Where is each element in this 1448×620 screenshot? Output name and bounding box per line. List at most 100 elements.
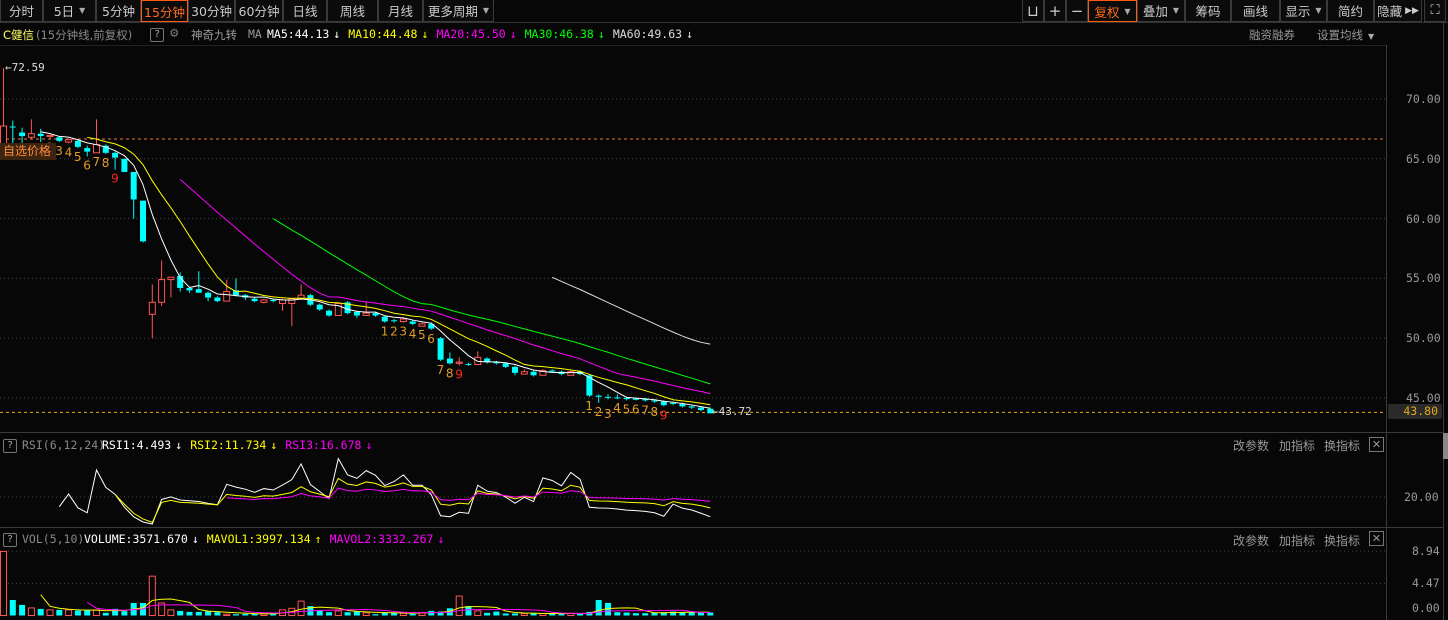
rsi-panel-button[interactable]: 改参数 xyxy=(1233,437,1269,454)
nine-turn-number: 4 xyxy=(613,401,621,415)
candle-body xyxy=(446,358,453,364)
candle xyxy=(455,357,463,366)
candle-body xyxy=(698,407,704,410)
volume-bar xyxy=(84,610,91,616)
candle xyxy=(391,319,398,323)
nine-turn-number: 3 xyxy=(55,144,63,158)
ma60-line xyxy=(551,276,711,345)
volume-bar xyxy=(362,612,370,616)
volume-bar xyxy=(195,611,202,616)
volume-bar xyxy=(334,610,342,617)
candle xyxy=(437,337,444,361)
nine-turn-number: 8 xyxy=(446,367,454,381)
volume-bar xyxy=(502,613,509,616)
volume-bar xyxy=(688,612,695,616)
custom-price-label[interactable]: 自选价格 xyxy=(0,143,56,160)
volume-bar xyxy=(595,600,602,616)
current-price-tag: 43.80 xyxy=(1388,404,1442,419)
indicator-value-text: VOLUME:3571.670 xyxy=(84,532,188,546)
indicator-value-text: RSI2:11.734 xyxy=(190,438,267,452)
candle-body xyxy=(353,311,360,316)
candle xyxy=(605,394,611,400)
ma5-line xyxy=(40,131,711,409)
vol-help-button[interactable]: ? xyxy=(3,533,17,547)
candle xyxy=(530,370,537,377)
candle xyxy=(474,351,482,366)
candle-body xyxy=(158,279,166,303)
candle-body xyxy=(660,401,667,406)
indicator-value: VOLUME:3571.670 ↓ xyxy=(84,532,199,546)
candle xyxy=(614,394,621,400)
candle-body xyxy=(251,298,258,302)
price-axis-label: 60.00 xyxy=(1406,211,1441,226)
nine-turn-number: 6 xyxy=(632,402,640,416)
candle xyxy=(112,151,119,170)
candle-body xyxy=(418,323,426,327)
rsi-panel-button[interactable]: 加指标 xyxy=(1279,437,1315,454)
volume-bar xyxy=(344,612,351,616)
volume-bar xyxy=(167,609,175,616)
nine-turn-number: 2 xyxy=(390,325,398,339)
nine-turn-number: 1 xyxy=(585,399,593,413)
candle-body xyxy=(186,287,193,291)
candle-body xyxy=(623,398,630,400)
scrollbar-thumb[interactable] xyxy=(1443,433,1448,459)
candle xyxy=(177,272,184,292)
vol-panel-button[interactable]: 加指标 xyxy=(1279,532,1315,549)
rsi-panel-button[interactable]: 换指标 xyxy=(1324,437,1360,454)
volume-bar xyxy=(512,613,518,616)
candle xyxy=(102,144,109,155)
volume-bar xyxy=(205,611,212,616)
candle xyxy=(9,120,16,144)
trend-arrow-icon: ↓ xyxy=(191,532,199,546)
candle-body xyxy=(605,396,611,398)
nine-turn-number: 6 xyxy=(427,332,435,346)
rsi-name[interactable]: RSI(6,12,24) xyxy=(22,438,105,452)
candle-body xyxy=(27,133,35,138)
vol-axis-label: 0.00 xyxy=(1412,601,1440,615)
candle xyxy=(297,284,305,300)
rsi3-line xyxy=(226,487,711,502)
candle-body xyxy=(223,291,231,302)
rsi-help-button[interactable]: ? xyxy=(3,439,17,453)
vol-name[interactable]: VOL(5,10) xyxy=(22,532,84,546)
stock-chart[interactable]: 123456789123456789123456789 xyxy=(0,0,1448,620)
candle-body xyxy=(316,304,323,310)
nine-turn-number: 5 xyxy=(74,150,82,164)
nine-turn-number: 5 xyxy=(418,328,426,342)
close-vol-icon[interactable]: ✕ xyxy=(1369,531,1384,546)
nine-turn-number: 7 xyxy=(437,363,445,377)
candle xyxy=(362,302,370,316)
nine-turn-number: 3 xyxy=(399,325,407,339)
candle-body xyxy=(205,292,212,298)
candle-body xyxy=(260,299,268,303)
indicator-value: RSI1:4.493 ↓ xyxy=(102,438,182,452)
candle-body xyxy=(112,152,119,158)
candle-body xyxy=(270,299,277,302)
close-rsi-icon[interactable]: ✕ xyxy=(1369,437,1384,452)
candle xyxy=(418,322,426,327)
volume-bar xyxy=(9,600,16,616)
trend-arrow-icon: ↓ xyxy=(270,438,278,452)
candle-body xyxy=(679,403,686,407)
vol-panel-button[interactable]: 改参数 xyxy=(1233,532,1269,549)
candle-body xyxy=(502,363,509,367)
candle xyxy=(539,369,547,376)
volume-bar xyxy=(121,611,128,616)
volume-bar xyxy=(642,613,649,616)
volume-bar xyxy=(577,613,584,616)
vol-panel-button[interactable]: 换指标 xyxy=(1324,532,1360,549)
volume-bar xyxy=(186,611,193,616)
candle xyxy=(121,158,128,172)
candle-body xyxy=(130,171,137,200)
candle xyxy=(148,284,156,339)
candle-body xyxy=(167,276,175,281)
trend-arrow-icon: ↓ xyxy=(365,438,373,452)
candle-body xyxy=(195,289,202,293)
candle xyxy=(158,260,166,306)
volume-bar xyxy=(214,612,221,616)
volume-bar xyxy=(65,609,73,616)
volume-bar xyxy=(520,612,528,617)
volume-bar xyxy=(614,612,621,616)
candle-body xyxy=(74,140,81,147)
